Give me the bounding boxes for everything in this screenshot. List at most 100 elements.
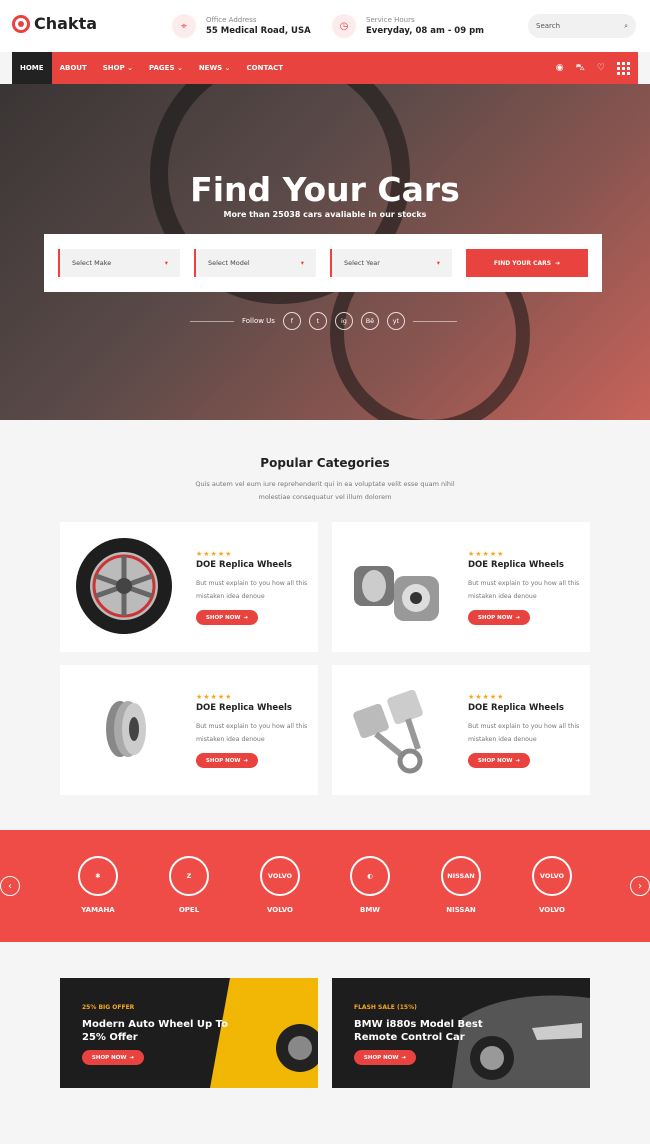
category-card[interactable]: ★★★★★ DOE Replica Wheels But must explai… bbox=[332, 665, 590, 795]
nissan-logo-icon: NISSAN bbox=[441, 856, 481, 896]
nav-item-shop[interactable]: SHOP ⌄ bbox=[95, 52, 141, 84]
nav-item-contact[interactable]: CONTACT bbox=[239, 52, 292, 84]
clock-icon: ◷ bbox=[332, 14, 356, 38]
shop-now-label: SHOP NOW bbox=[477, 757, 513, 764]
shop-now-button[interactable]: SHOP NOW ➔ bbox=[196, 753, 258, 768]
rating-stars: ★★★★★ bbox=[196, 693, 233, 701]
category-card[interactable]: ★★★★★ DOE Replica Wheels But must explai… bbox=[60, 522, 318, 652]
card-title[interactable]: DOE Replica Wheels bbox=[468, 560, 564, 570]
service-hours: ◷ Service Hours Everyday, 08 am - 09 pm bbox=[332, 14, 484, 38]
logo-text: Chakta bbox=[34, 14, 98, 33]
volvo-logo-icon: VOLVO bbox=[532, 856, 572, 896]
bushing-image bbox=[354, 566, 439, 621]
brand-name: YAMAHA bbox=[81, 906, 115, 914]
carousel-next-arrow[interactable]: › bbox=[630, 876, 650, 896]
brand-item-nissan[interactable]: NISSAN NISSAN bbox=[421, 856, 501, 914]
brand-name: OPEL bbox=[178, 906, 200, 914]
logo-icon bbox=[12, 14, 30, 33]
rating-stars: ★★★★★ bbox=[468, 693, 505, 701]
search-placeholder: Search bbox=[536, 22, 561, 30]
office-value: 55 Medical Road, USA bbox=[206, 26, 311, 36]
twitter-icon[interactable]: t bbox=[308, 312, 327, 330]
shop-now-button[interactable]: SHOP NOW ➔ bbox=[468, 610, 530, 625]
select-make-label: Select Make bbox=[72, 259, 112, 267]
find-cars-label: FIND YOUR CARS bbox=[493, 259, 552, 267]
brand-name: BMW bbox=[359, 906, 381, 914]
carousel-prev-arrow[interactable]: ‹ bbox=[0, 876, 20, 896]
card-title[interactable]: DOE Replica Wheels bbox=[196, 560, 292, 570]
opel-logo-icon: Z bbox=[169, 856, 209, 896]
select-model-label: Select Model bbox=[208, 259, 250, 267]
banner-tag: 25% BIG OFFER bbox=[82, 1004, 135, 1011]
brand-name: VOLVO bbox=[539, 906, 565, 914]
search-icon[interactable]: ⌕ bbox=[624, 22, 628, 31]
select-make[interactable]: Select Make ▾ bbox=[58, 249, 180, 277]
hero-subtitle: More than 25038 cars avaliable in our st… bbox=[223, 210, 427, 219]
brand-item-volvo[interactable]: VOLVO VOLVO bbox=[240, 856, 320, 914]
brand-item-bmw[interactable]: ◐ BMW bbox=[330, 856, 410, 914]
nav-item-news[interactable]: NEWS ⌄ bbox=[191, 52, 239, 84]
divider bbox=[412, 320, 457, 322]
youtube-icon[interactable]: yt bbox=[386, 312, 405, 330]
shop-now-button[interactable]: SHOP NOW ➔ bbox=[354, 1050, 416, 1065]
rating-stars: ★★★★★ bbox=[468, 550, 505, 558]
nav-actions: ◉ ⛍ ♡ bbox=[556, 52, 638, 84]
hero-section: Find Your Cars More than 25038 cars aval… bbox=[0, 84, 650, 420]
office-address: ⌖ Office Address 55 Medical Road, USA bbox=[172, 14, 311, 38]
hours-value: Everyday, 08 am - 09 pm bbox=[366, 26, 485, 36]
category-card[interactable]: ★★★★★ DOE Replica Wheels But must explai… bbox=[332, 522, 590, 652]
shop-now-label: SHOP NOW bbox=[205, 757, 241, 764]
shop-now-button[interactable]: SHOP NOW ➔ bbox=[82, 1050, 144, 1065]
office-label: Office Address bbox=[206, 16, 257, 24]
section-title: Popular Categories bbox=[260, 456, 390, 470]
card-title[interactable]: DOE Replica Wheels bbox=[196, 703, 292, 713]
heart-icon[interactable]: ♡ bbox=[597, 63, 605, 73]
shop-now-button[interactable]: SHOP NOW ➔ bbox=[196, 610, 258, 625]
brand-item-yamaha[interactable]: ✱ YAMAHA bbox=[58, 856, 138, 914]
banner-title: Modern Auto Wheel Up To 25% Offer bbox=[82, 1019, 229, 1043]
section-description: Quis autem vel eum iure reprehenderit qu… bbox=[195, 480, 455, 501]
brand-item-volvo[interactable]: VOLVO VOLVO bbox=[512, 856, 592, 914]
arrow-right-icon: ➔ bbox=[515, 614, 521, 621]
arrow-right-icon: ➔ bbox=[515, 757, 521, 764]
chevron-down-icon: ▾ bbox=[300, 259, 304, 267]
logo[interactable]: Chakta bbox=[12, 14, 97, 33]
chevron-down-icon: ▾ bbox=[436, 259, 440, 267]
select-model[interactable]: Select Model ▾ bbox=[194, 249, 316, 277]
rating-stars: ★★★★★ bbox=[196, 550, 233, 558]
nav-item-about[interactable]: ABOUT bbox=[52, 52, 95, 84]
shop-now-button[interactable]: SHOP NOW ➔ bbox=[468, 753, 530, 768]
brand-name: VOLVO bbox=[267, 906, 293, 914]
nav-item-home[interactable]: HOME bbox=[12, 52, 52, 84]
hero-title: Find Your Cars bbox=[190, 170, 460, 209]
instagram-icon[interactable]: ig bbox=[334, 312, 353, 330]
chevron-down-icon: ▾ bbox=[164, 259, 168, 267]
arrow-right-icon: ➔ bbox=[555, 259, 561, 267]
wheel-image bbox=[76, 538, 172, 634]
brand-item-opel[interactable]: Z OPEL bbox=[149, 856, 229, 914]
bearing-image bbox=[106, 701, 146, 757]
select-year-label: Select Year bbox=[344, 259, 380, 267]
facebook-icon[interactable]: f bbox=[282, 312, 301, 330]
select-year[interactable]: Select Year ▾ bbox=[330, 249, 452, 277]
arrow-right-icon: ➔ bbox=[401, 1054, 407, 1061]
shop-now-label: SHOP NOW bbox=[91, 1054, 127, 1061]
banner-tag: FLASH SALE (15%) bbox=[354, 1004, 417, 1011]
volvo-logo-icon: VOLVO bbox=[260, 856, 300, 896]
search-input[interactable]: Search ⌕ bbox=[528, 14, 636, 38]
card-text: But must explain to you how all this mis… bbox=[468, 723, 580, 743]
map-pin-icon: ⌖ bbox=[172, 14, 196, 38]
cart-icon[interactable]: ⛍ bbox=[576, 63, 585, 74]
behance-icon[interactable]: Bē bbox=[360, 312, 379, 330]
nav-item-pages[interactable]: PAGES ⌄ bbox=[141, 52, 191, 84]
category-card[interactable]: ★★★★★ DOE Replica Wheels But must explai… bbox=[60, 665, 318, 795]
shop-now-label: SHOP NOW bbox=[205, 614, 241, 621]
grid-menu-icon[interactable] bbox=[617, 61, 630, 75]
promo-banner[interactable]: 25% BIG OFFER Modern Auto Wheel Up To 25… bbox=[60, 978, 318, 1088]
find-cars-button[interactable]: FIND YOUR CARS ➔ bbox=[466, 249, 588, 277]
promo-banner[interactable]: FLASH SALE (15%) BMW i880s Model Best Re… bbox=[332, 978, 590, 1088]
card-text: But must explain to you how all this mis… bbox=[196, 580, 308, 600]
user-icon[interactable]: ◉ bbox=[556, 63, 564, 73]
arrow-right-icon: ➔ bbox=[243, 757, 249, 764]
card-title[interactable]: DOE Replica Wheels bbox=[468, 703, 564, 713]
